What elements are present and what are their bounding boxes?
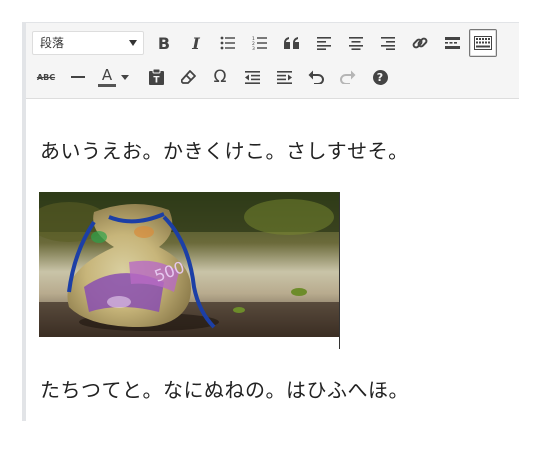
horizontal-line-icon [71, 76, 85, 78]
align-center-button[interactable] [342, 29, 370, 57]
read-more-button[interactable] [438, 29, 466, 57]
help-icon-label: ? [376, 70, 384, 84]
text-color-button[interactable]: A [94, 63, 120, 91]
svg-text:T: T [153, 76, 160, 86]
image-cursor-line [339, 192, 340, 349]
indent-icon [276, 70, 292, 84]
bullet-list-icon [220, 36, 235, 50]
read-more-icon [444, 37, 460, 49]
italic-button[interactable]: I [182, 29, 210, 57]
text-color-dropdown[interactable] [118, 63, 132, 91]
link-button[interactable] [406, 29, 434, 57]
paste-as-text-icon: T [148, 69, 164, 86]
chevron-down-icon [121, 74, 129, 80]
bold-button[interactable]: B [150, 29, 178, 57]
chevron-down-icon [129, 40, 137, 46]
strikethrough-button[interactable]: ABC [32, 63, 60, 91]
undo-icon [308, 70, 324, 84]
blockquote-button[interactable] [278, 29, 306, 57]
paragraph-1[interactable]: あいうえお。かきくけこ。さしすせそ。 [40, 135, 409, 164]
strikethrough-icon: ABC [36, 72, 56, 82]
special-character-button[interactable]: Ω [206, 63, 234, 91]
toolbar-toggle-icon [474, 36, 492, 50]
undo-button[interactable] [302, 63, 330, 91]
format-select[interactable]: 段落 [32, 31, 144, 55]
horizontal-line-button[interactable] [64, 63, 92, 91]
align-center-icon [349, 36, 363, 50]
numbered-list-icon: 123 [252, 36, 267, 50]
format-select-value: 段落 [40, 36, 65, 50]
bold-icon: B [157, 33, 171, 53]
redo-icon [340, 70, 356, 84]
bullet-list-button[interactable] [214, 29, 242, 57]
outdent-button[interactable] [238, 63, 266, 91]
svg-text:3: 3 [252, 46, 255, 50]
text-color-bar [98, 83, 116, 87]
blockquote-icon [284, 37, 299, 49]
paragraph-2[interactable]: たちつてと。なにぬねの。はひふへほ。 [40, 374, 409, 403]
money-bag-image[interactable]: 500 [39, 192, 339, 337]
italic-icon: I [192, 33, 200, 53]
special-character-icon: Ω [213, 67, 227, 87]
paste-as-text-button[interactable]: T [142, 63, 170, 91]
outdent-icon [244, 70, 260, 84]
align-left-button[interactable] [310, 29, 338, 57]
toolbar-toggle-button[interactable] [469, 29, 497, 57]
align-left-icon [317, 36, 331, 50]
editor: 段落 B I 123 ABC A T Ω ? あいうえお。かきくけこ。さしすせそ… [22, 22, 519, 421]
money-bag-photo: 500 [39, 192, 339, 337]
editor-content[interactable]: あいうえお。かきくけこ。さしすせそ。 500 たちつてと。なにぬねの。はひふへほ… [26, 99, 519, 421]
align-right-icon [381, 36, 395, 50]
numbered-list-button[interactable]: 123 [246, 29, 274, 57]
text-color-icon: A [101, 65, 113, 84]
link-icon [412, 37, 428, 49]
clear-formatting-button[interactable] [174, 63, 202, 91]
help-button[interactable]: ? [366, 63, 394, 91]
clear-formatting-icon [180, 69, 196, 84]
indent-button[interactable] [270, 63, 298, 91]
help-icon: ? [372, 69, 388, 85]
redo-button[interactable] [334, 63, 362, 91]
toolbar: 段落 B I 123 ABC A T Ω ? [26, 23, 519, 99]
align-right-button[interactable] [374, 29, 402, 57]
